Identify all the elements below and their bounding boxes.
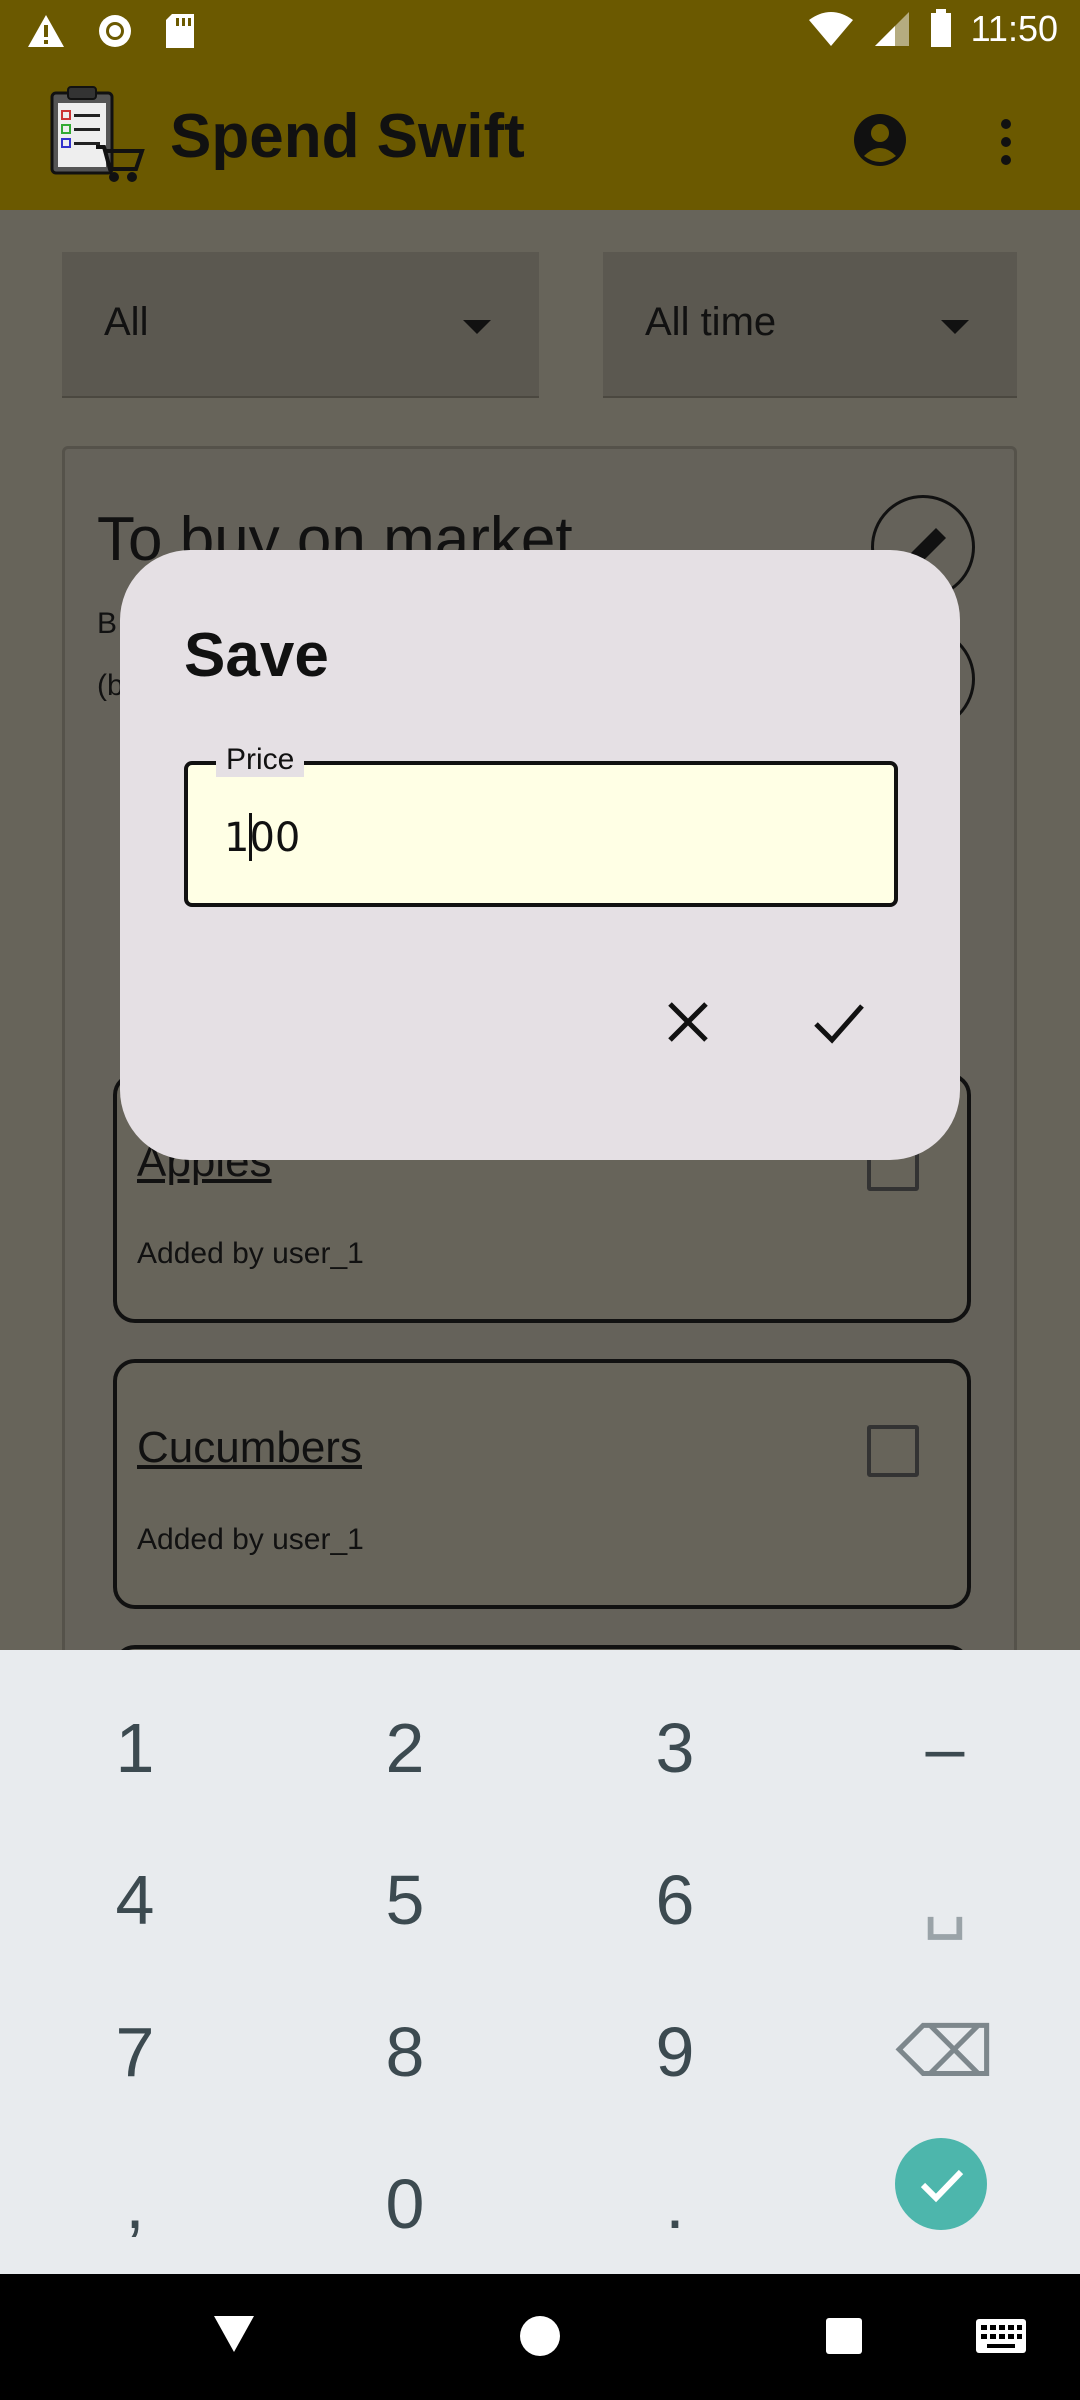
text-cursor xyxy=(248,813,252,861)
key-minus[interactable]: – xyxy=(810,1672,1080,1824)
dialog-title: Save xyxy=(184,621,329,690)
sd-card-icon xyxy=(166,14,194,48)
key-8[interactable]: 8 xyxy=(270,1976,540,2128)
period-dropdown[interactable]: All time xyxy=(603,252,1017,398)
key-6[interactable]: 6 xyxy=(540,1824,810,1976)
list-subtitle: B xyxy=(97,607,118,640)
period-dropdown-value: All time xyxy=(645,300,777,344)
wifi-icon xyxy=(808,12,853,46)
app-title: Spend Swift xyxy=(170,102,525,171)
battery-icon xyxy=(930,9,951,47)
key-0[interactable]: 0 xyxy=(270,2128,540,2280)
dropdown-arrow-icon xyxy=(941,320,969,334)
cell-signal-icon xyxy=(874,12,909,46)
confirm-button[interactable] xyxy=(808,992,868,1052)
category-dropdown[interactable]: All xyxy=(62,252,539,398)
check-icon xyxy=(920,2169,964,2203)
price-input[interactable]: Price 100 xyxy=(184,743,898,907)
key-comma[interactable]: , xyxy=(0,2128,270,2280)
app-logo-icon xyxy=(50,86,145,182)
numeric-keyboard: 1 2 3 – 4 5 6 ␣ 7 8 9 ⌫ , 0 . xyxy=(0,1650,1080,2274)
keyboard-icon[interactable] xyxy=(975,2318,1027,2354)
app-bar: Spend Swift xyxy=(0,63,1080,210)
back-icon[interactable] xyxy=(212,2314,256,2354)
keyboard-done-button[interactable] xyxy=(895,2138,987,2230)
save-dialog: Save Price 100 xyxy=(120,550,960,1160)
key-1[interactable]: 1 xyxy=(0,1672,270,1824)
key-3[interactable]: 3 xyxy=(540,1672,810,1824)
item-added-by: Added by user_1 xyxy=(137,1237,364,1270)
record-icon xyxy=(99,15,131,47)
system-nav-bar xyxy=(0,2274,1080,2400)
key-period[interactable]: . xyxy=(540,2128,810,2280)
cancel-button[interactable] xyxy=(658,992,718,1052)
key-7[interactable]: 7 xyxy=(0,1976,270,2128)
category-dropdown-value: All xyxy=(104,300,149,344)
item-checkbox[interactable] xyxy=(867,1425,919,1477)
list-item[interactable]: Cucumbers Added by user_1 xyxy=(113,1359,971,1609)
key-backspace[interactable]: ⌫ xyxy=(810,1976,1080,2128)
status-time: 11:50 xyxy=(970,8,1058,49)
home-icon[interactable] xyxy=(518,2314,562,2358)
key-5[interactable]: 5 xyxy=(270,1824,540,1976)
price-field-label: Price xyxy=(216,743,305,777)
key-2[interactable]: 2 xyxy=(270,1672,540,1824)
dropdown-arrow-icon xyxy=(463,320,491,334)
recents-icon[interactable] xyxy=(824,2316,864,2356)
warning-icon xyxy=(28,15,64,47)
item-name[interactable]: Cucumbers xyxy=(137,1423,362,1473)
price-value-part: 0 xyxy=(274,815,301,861)
status-bar: 11:50 xyxy=(0,0,1080,63)
item-added-by: Added by user_1 xyxy=(137,1523,364,1556)
key-4[interactable]: 4 xyxy=(0,1824,270,1976)
key-space[interactable]: ␣ xyxy=(810,1824,1080,1976)
price-field-value[interactable]: 100 xyxy=(224,813,300,861)
account-icon[interactable] xyxy=(852,112,908,168)
key-9[interactable]: 9 xyxy=(540,1976,810,2128)
more-options-icon[interactable] xyxy=(990,118,1022,166)
